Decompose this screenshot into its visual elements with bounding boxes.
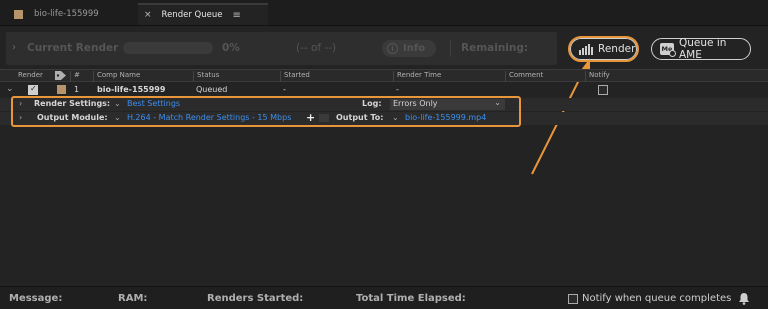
render-settings-row: › Render Settings: ⌄ Best Settings Log: …	[0, 98, 768, 111]
tab-render-queue[interactable]: × Render Queue ≡	[138, 3, 268, 25]
notify-queue-checkbox[interactable]	[568, 294, 578, 304]
message-label: Message:	[9, 293, 63, 304]
tab-composition[interactable]: bio-life-155999	[14, 3, 99, 25]
render-queue-panel: bio-life-155999 × Render Queue ≡ › Curre…	[0, 0, 768, 309]
add-output-module-icon[interactable]: +	[306, 112, 317, 124]
info-icon: i	[387, 43, 398, 54]
column-header-notify[interactable]: Notify	[585, 71, 610, 82]
render-button[interactable]: Render	[570, 38, 637, 60]
column-header-index[interactable]: #	[70, 71, 80, 82]
row-render-time: -	[396, 85, 399, 94]
chevron-down-icon[interactable]: ⌄	[6, 84, 14, 94]
log-label: Log:	[362, 99, 382, 108]
renders-started-label: Renders Started:	[207, 293, 304, 304]
output-module-link[interactable]: H.264 - Match Render Settings - 15 Mbps	[127, 113, 291, 122]
render-settings-label: Render Settings:	[34, 99, 111, 108]
remaining-label: Remaining:	[461, 42, 529, 54]
hamburger-menu-icon[interactable]: ≡	[232, 10, 240, 21]
output-module-label: Output Module:	[37, 113, 108, 122]
column-header-started[interactable]: Started	[280, 71, 310, 82]
chevron-down-icon[interactable]: ⌄	[114, 99, 121, 108]
panel-tab-bar: bio-life-155999 × Render Queue ≡	[0, 0, 768, 26]
column-header-comment[interactable]: Comment	[505, 71, 543, 82]
render-settings-link[interactable]: Best Settings	[127, 99, 180, 108]
notify-checkbox[interactable]	[598, 85, 608, 95]
queue-in-ame-label: Queue in AME	[679, 37, 727, 61]
media-encoder-icon: Me	[660, 43, 676, 57]
divider	[450, 40, 451, 57]
render-progress-bar	[123, 42, 213, 54]
close-icon[interactable]: ×	[144, 10, 152, 20]
row-index: 1	[74, 85, 80, 94]
render-count: (-- of --)	[296, 42, 337, 54]
info-button[interactable]: i Info	[382, 40, 436, 57]
column-header-render-time[interactable]: Render Time	[393, 71, 441, 82]
current-render-strip: › Current Render 0% (-- of --) i Info Re…	[6, 32, 557, 65]
info-button-label: Info	[403, 43, 426, 54]
log-dropdown[interactable]: Errors Only ⌄	[390, 98, 505, 110]
remove-output-module-icon[interactable]	[319, 114, 329, 122]
notify-queue-label[interactable]: Notify when queue completes	[582, 293, 731, 304]
output-module-row: › Output Module: ⌄ H.264 - Match Render …	[0, 112, 768, 125]
bell-icon[interactable]	[738, 292, 750, 305]
column-header-status[interactable]: Status	[193, 71, 219, 82]
chevron-down-icon: ⌄	[494, 98, 501, 107]
render-percent: 0%	[222, 42, 240, 54]
tab-render-queue-label: Render Queue	[161, 10, 223, 20]
output-to-label: Output To:	[336, 113, 384, 122]
row-started: -	[283, 85, 286, 94]
table-row[interactable]: ⌄ 1 bio-life-155999 Queued - -	[0, 83, 768, 97]
row-comp-name: bio-life-155999	[97, 85, 166, 94]
ram-label: RAM:	[118, 293, 148, 304]
label-color-swatch[interactable]	[57, 85, 66, 94]
column-header-render[interactable]: Render	[18, 71, 43, 79]
current-render-label: Current Render	[27, 42, 119, 54]
chevron-right-icon[interactable]: ›	[19, 99, 22, 108]
queue-table-header: Render # Comp Name Status Started Render…	[0, 69, 768, 82]
chevron-right-icon[interactable]: ›	[12, 42, 16, 53]
status-footer: Message: RAM: Renders Started: Total Tim…	[0, 286, 768, 309]
composition-icon	[14, 9, 23, 19]
tab-composition-label: bio-life-155999	[34, 9, 99, 19]
output-to-link[interactable]: bio-life-155999.mp4	[405, 113, 486, 122]
render-checkbox[interactable]	[28, 84, 38, 95]
total-time-elapsed-label: Total Time Elapsed:	[356, 293, 466, 304]
tag-icon[interactable]	[55, 71, 66, 80]
column-header-comp-name[interactable]: Comp Name	[93, 71, 140, 82]
queue-in-ame-button[interactable]: Me Queue in AME	[651, 37, 751, 61]
log-dropdown-value: Errors Only	[393, 99, 438, 108]
render-bars-icon	[579, 43, 593, 55]
row-status: Queued	[196, 85, 228, 94]
render-button-label: Render	[598, 43, 636, 55]
chevron-down-icon[interactable]: ⌄	[114, 113, 121, 122]
chevron-right-icon[interactable]: ›	[19, 113, 22, 122]
chevron-down-icon[interactable]: ⌄	[392, 113, 399, 122]
